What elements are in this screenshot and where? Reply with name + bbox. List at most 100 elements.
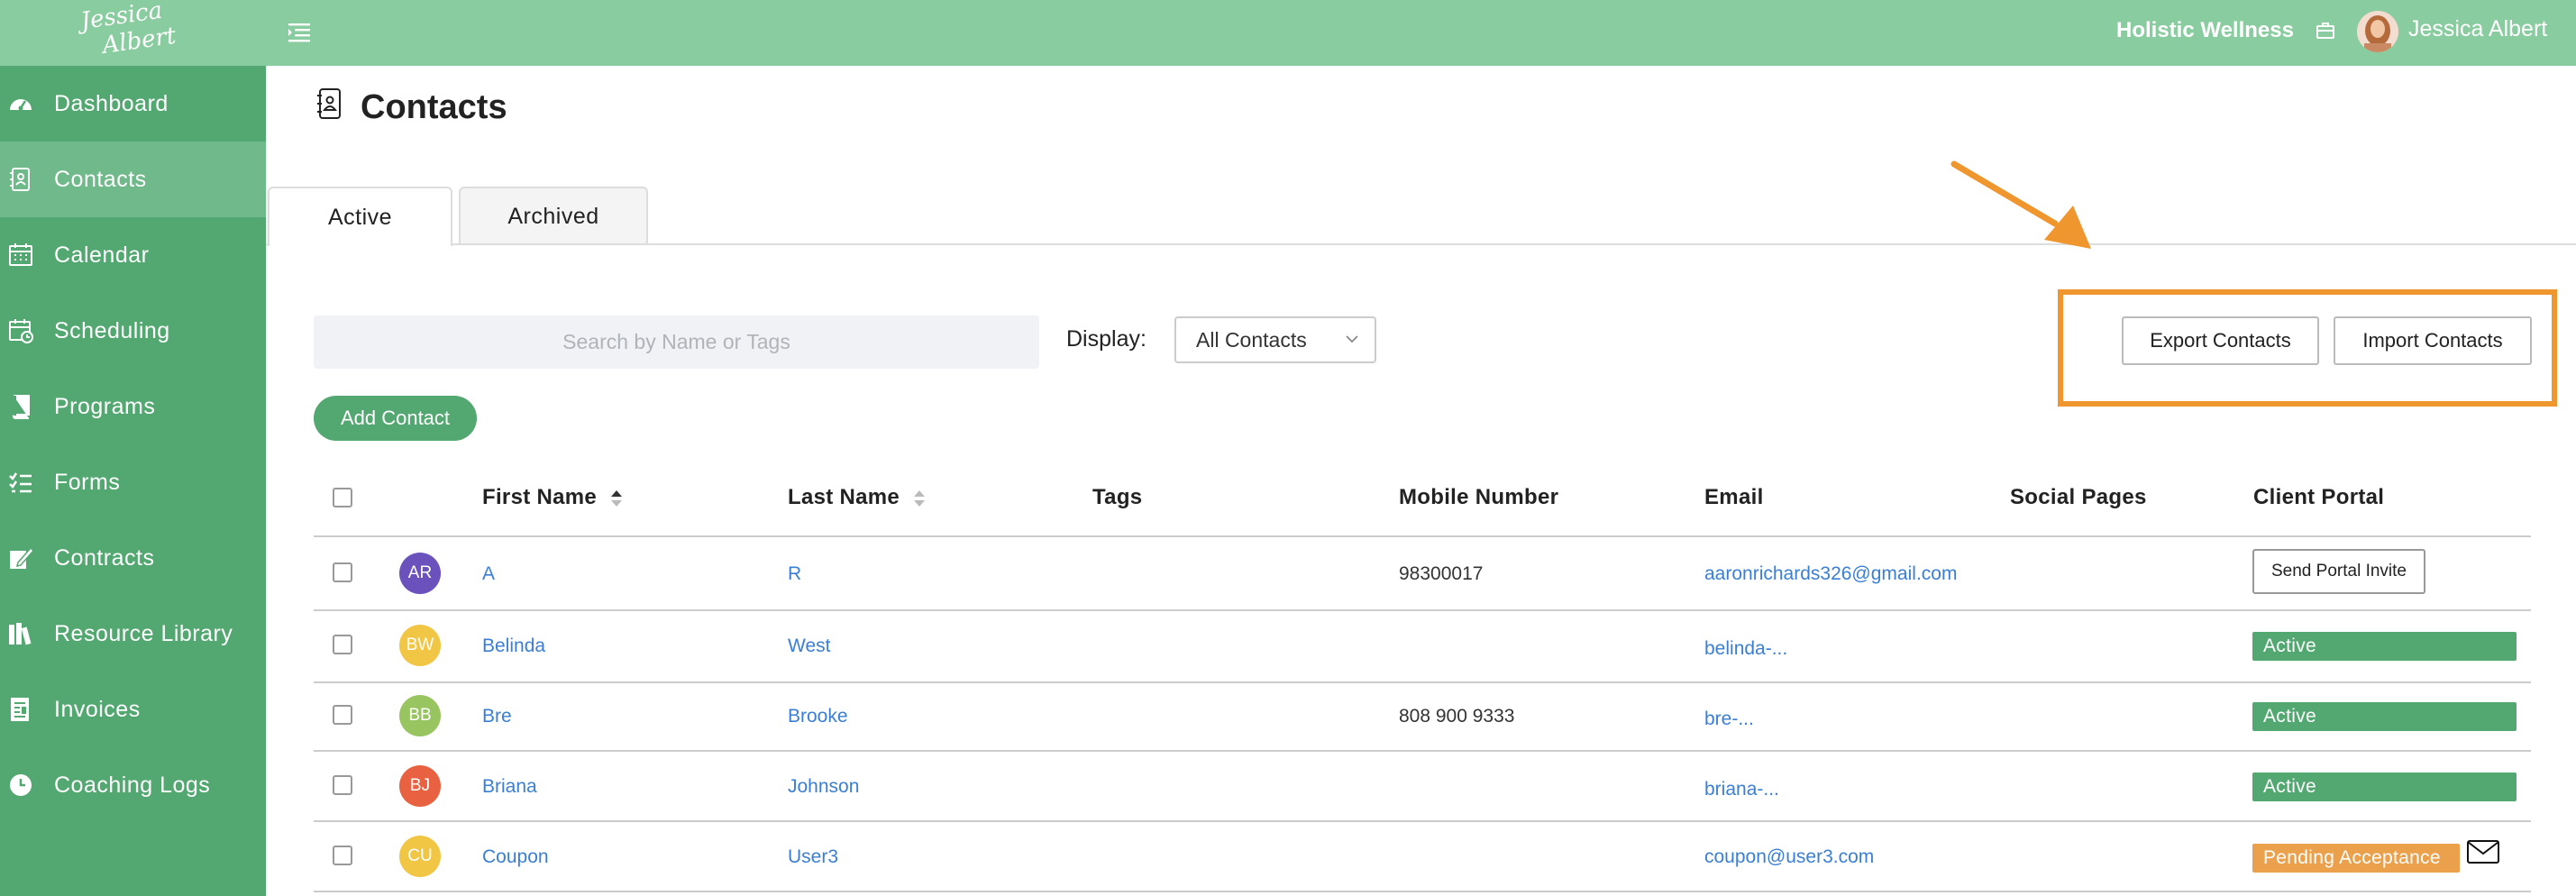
- sidebar-item-programs[interactable]: Programs: [0, 369, 266, 444]
- sidebar-item-label: Dashboard: [54, 90, 169, 116]
- sidebar-item-forms[interactable]: Forms: [0, 444, 266, 520]
- sidebar-item-contacts[interactable]: Contacts: [0, 142, 266, 217]
- row-checkbox[interactable]: [333, 705, 352, 725]
- email-link[interactable]: briana-...: [1704, 779, 1779, 800]
- select-all-checkbox[interactable]: [333, 488, 352, 507]
- table-header-divider: [314, 535, 2531, 537]
- send-portal-invite-button[interactable]: Send Portal Invite: [2252, 549, 2425, 594]
- sidebar-item-invoices[interactable]: Invoices: [0, 672, 266, 747]
- column-header-last-name[interactable]: Last Name: [788, 485, 926, 510]
- sidebar-item-resource-library[interactable]: Resource Library: [0, 596, 266, 672]
- sidebar-item-label: Resource Library: [54, 620, 233, 646]
- column-header-client-portal: Client Portal: [2253, 485, 2385, 509]
- mobile-number: 98300017: [1399, 563, 1484, 584]
- contact-avatar: AR: [399, 553, 441, 594]
- sidebar-item-label: Contacts: [54, 166, 147, 192]
- email-link[interactable]: aaronrichards326@gmail.com: [1704, 563, 1957, 585]
- column-header-tags: Tags: [1092, 485, 1143, 509]
- portal-status-badge: Active: [2252, 773, 2517, 801]
- contact-avatar: BB: [399, 695, 441, 736]
- brand-logo[interactable]: Jessica Albert: [79, 0, 178, 69]
- first-name-link[interactable]: Bre: [482, 706, 512, 727]
- sidebar-item-label: Programs: [54, 393, 156, 419]
- contacts-book-icon: [7, 166, 34, 193]
- contacts-book-icon: [317, 88, 341, 119]
- tab-archived[interactable]: Archived: [459, 187, 648, 244]
- sidebar-item-label: Forms: [54, 469, 121, 495]
- page-title: Contacts: [361, 88, 507, 126]
- export-contacts-button[interactable]: Export Contacts: [2122, 316, 2319, 365]
- sort-ascending-icon[interactable]: [610, 489, 623, 508]
- contact-avatar: CU: [399, 836, 441, 877]
- row-checkbox[interactable]: [333, 562, 352, 582]
- user-name[interactable]: Jessica Albert: [2408, 16, 2547, 42]
- sidebar-item-calendar[interactable]: Calendar: [0, 217, 266, 293]
- contact-avatar: BW: [399, 625, 441, 666]
- display-select[interactable]: All Contacts: [1174, 316, 1376, 363]
- row-checkbox[interactable]: [333, 846, 352, 865]
- contract-sign-icon: [7, 544, 34, 571]
- envelope-icon[interactable]: [2467, 840, 2499, 864]
- tab-active[interactable]: Active: [268, 187, 452, 246]
- sidebar-item-scheduling[interactable]: Scheduling: [0, 293, 266, 369]
- mobile-number: 808 900 9333: [1399, 706, 1515, 727]
- user-avatar[interactable]: [2357, 11, 2398, 52]
- sidebar-item-label: Calendar: [54, 242, 150, 268]
- search-input[interactable]: [314, 315, 1039, 369]
- add-contact-button[interactable]: Add Contact: [314, 396, 477, 441]
- first-name-link[interactable]: A: [482, 563, 495, 585]
- column-header-email: Email: [1704, 485, 1764, 509]
- portal-status-badge: Pending Acceptance: [2252, 844, 2460, 873]
- row-divider: [314, 750, 2531, 752]
- top-bar: Jessica Albert Holistic Wellness Jessica…: [0, 0, 2576, 66]
- calendar-icon: [7, 242, 34, 269]
- first-name-link[interactable]: Briana: [482, 776, 537, 798]
- sidebar: Dashboard Contacts Calendar Scheduling P…: [0, 66, 266, 896]
- row-divider: [314, 681, 2531, 683]
- organization-name[interactable]: Holistic Wellness: [2116, 18, 2294, 43]
- book-icon: [7, 393, 34, 420]
- column-header-first-name[interactable]: First Name: [482, 485, 623, 510]
- sort-icon[interactable]: [913, 489, 926, 508]
- row-divider: [314, 609, 2531, 611]
- last-name-link[interactable]: Johnson: [788, 776, 859, 798]
- last-name-link[interactable]: Brooke: [788, 706, 848, 727]
- row-divider: [314, 891, 2531, 892]
- column-header-social: Social Pages: [2010, 485, 2147, 509]
- contact-avatar: BJ: [399, 765, 441, 807]
- row-divider: [314, 820, 2531, 822]
- column-header-label: First Name: [482, 485, 598, 509]
- first-name-link[interactable]: Belinda: [482, 635, 545, 657]
- chevron-down-icon: [1346, 335, 1358, 343]
- last-name-link[interactable]: R: [788, 563, 801, 585]
- email-link[interactable]: bre-...: [1704, 709, 1754, 730]
- sidebar-item-label: Invoices: [54, 696, 141, 722]
- last-name-link[interactable]: West: [788, 635, 830, 657]
- sidebar-item-contracts[interactable]: Contracts: [0, 520, 266, 596]
- email-link[interactable]: coupon@user3.com: [1704, 846, 1874, 868]
- dashboard-gauge-icon: [7, 90, 34, 117]
- portal-status-badge: Active: [2252, 632, 2517, 661]
- menu-toggle-icon[interactable]: [287, 20, 314, 45]
- sidebar-item-label: Contracts: [54, 544, 155, 571]
- import-contacts-button[interactable]: Import Contacts: [2334, 316, 2532, 365]
- row-checkbox[interactable]: [333, 635, 352, 654]
- last-name-link[interactable]: User3: [788, 846, 838, 868]
- checklist-icon: [7, 469, 34, 496]
- briefcase-icon[interactable]: [2315, 20, 2336, 41]
- first-name-link[interactable]: Coupon: [482, 846, 549, 868]
- invoice-icon: [7, 696, 34, 723]
- sidebar-item-coaching-logs[interactable]: Coaching Logs: [0, 747, 266, 823]
- annotation-arrow-icon: [1950, 160, 2091, 249]
- books-icon: [7, 620, 34, 647]
- column-header-label: Last Name: [788, 485, 900, 509]
- column-header-mobile: Mobile Number: [1399, 485, 1559, 509]
- clock-icon: [7, 772, 34, 799]
- sidebar-item-label: Coaching Logs: [54, 772, 211, 798]
- portal-status-badge: Active: [2252, 702, 2517, 731]
- sidebar-item-dashboard[interactable]: Dashboard: [0, 66, 266, 142]
- email-link[interactable]: belinda-...: [1704, 638, 1787, 660]
- row-checkbox[interactable]: [333, 775, 352, 795]
- display-select-value: All Contacts: [1196, 327, 1307, 352]
- scheduling-calendar-icon: [7, 317, 34, 344]
